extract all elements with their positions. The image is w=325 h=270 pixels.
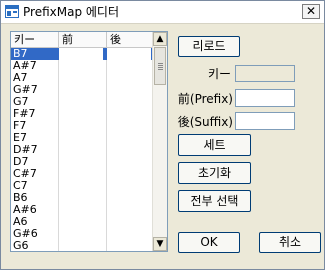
list-item[interactable]: G6 [11, 239, 153, 252]
grip-line [158, 63, 163, 64]
list-item-suffix [107, 48, 151, 60]
column-header-prefix[interactable]: 前 [59, 32, 107, 47]
suffix-field[interactable] [235, 112, 295, 130]
column-header-suffix[interactable]: 後 [107, 32, 153, 47]
app-icon [5, 5, 19, 18]
key-field[interactable] [235, 65, 295, 82]
grip-line [158, 65, 163, 66]
cancel-button[interactable]: 취소 [259, 232, 321, 253]
list-item[interactable]: G#7 [11, 84, 153, 96]
list-item[interactable]: A#7 [11, 60, 153, 72]
list-item[interactable]: G#6 [11, 228, 153, 240]
arrow-up-icon: ▲ [156, 34, 164, 44]
close-button[interactable]: ✕ [302, 4, 320, 19]
close-icon: ✕ [305, 4, 317, 18]
prefix-list[interactable]: 키ー 前 後 B7 A#7 A7 G#7 G7 F#7 F7 E7 D#7 D7… [10, 31, 168, 252]
suffix-label: 後(Suffix) [177, 115, 233, 129]
prefix-label: 前(Prefix) [177, 92, 233, 106]
list-body: B7 A#7 A7 G#7 G7 F#7 F7 E7 D#7 D7 C#7 C7… [11, 48, 153, 251]
grip-line [158, 67, 163, 68]
reload-button[interactable]: 리로드 [178, 36, 240, 57]
client-area: 키ー 前 後 B7 A#7 A7 G#7 G7 F#7 F7 E7 D#7 D7… [1, 24, 324, 269]
set-button[interactable]: 세트 [178, 134, 251, 156]
scroll-up-button[interactable]: ▲ [153, 32, 167, 46]
select-all-button[interactable]: 전부 선택 [178, 190, 251, 212]
list-item-prefix [59, 48, 103, 60]
column-header-key[interactable]: 키ー [11, 32, 59, 47]
key-label: 키ー [207, 67, 231, 81]
prefix-field[interactable] [235, 89, 295, 107]
scroll-down-button[interactable]: ▼ [153, 237, 167, 251]
arrow-down-icon: ▼ [156, 239, 164, 249]
grip-line [158, 69, 163, 70]
list-item-key: G6 [13, 239, 29, 252]
prefixmap-editor-window: PrefixMap 에디터 ✕ 키ー 前 後 B7 A#7 A7 G#7 G7 … [0, 0, 325, 270]
list-item[interactable]: F7 [11, 120, 153, 132]
list-scrollbar[interactable]: ▲ ▼ [152, 32, 167, 251]
list-item[interactable]: C#7 [11, 168, 153, 180]
window-title: PrefixMap 에디터 [23, 5, 119, 19]
reset-button[interactable]: 초기화 [178, 162, 251, 184]
list-item[interactable]: C7 [11, 180, 153, 192]
scroll-thumb[interactable] [154, 47, 166, 85]
ok-button[interactable]: OK [178, 232, 240, 253]
list-item[interactable]: D#7 [11, 144, 153, 156]
list-item[interactable]: F#7 [11, 108, 153, 120]
list-header: 키ー 前 後 [11, 32, 153, 48]
title-bar[interactable]: PrefixMap 에디터 ✕ [1, 1, 324, 24]
list-item[interactable]: A#6 [11, 204, 153, 216]
